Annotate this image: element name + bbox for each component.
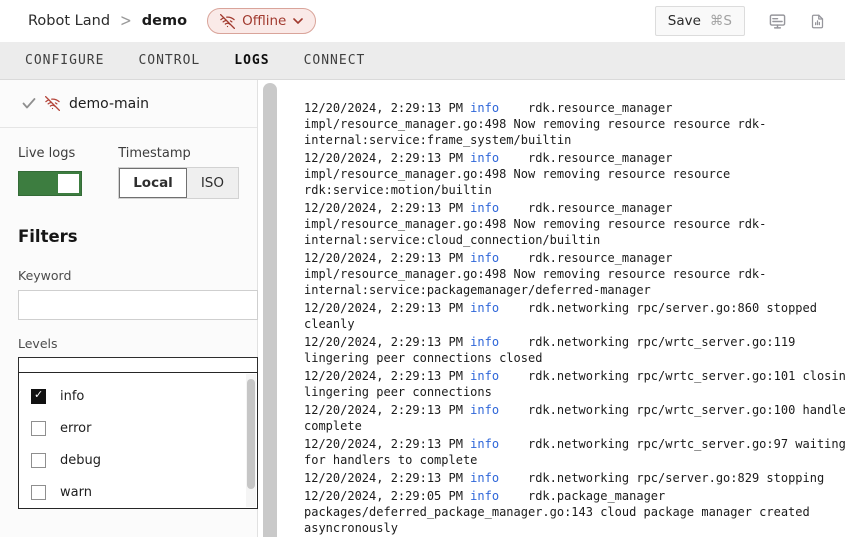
dropdown-scrollbar[interactable] — [246, 374, 256, 507]
topbar: Robot Land > demo Offline Save ⌘S — [0, 0, 845, 42]
wifi-off-icon — [220, 14, 235, 29]
checkbox-icon[interactable] — [31, 453, 46, 468]
check-icon — [22, 98, 36, 109]
log-message: rdk.networking rpc/server.go:829 stoppin… — [499, 471, 824, 485]
save-shortcut: ⌘S — [710, 13, 732, 29]
checkbox-icon[interactable] — [31, 485, 46, 500]
chevron-right-icon: > — [120, 11, 132, 30]
log-controls: Live logs Timestamp LocalISO — [18, 146, 239, 199]
tab-logs[interactable]: LOGS — [234, 53, 269, 68]
toggle-knob — [58, 174, 79, 193]
log-entry: 12/20/2024, 2:29:13 PM info rdk.resource… — [304, 200, 845, 248]
log-timestamp: 12/20/2024, 2:29:13 PM — [304, 301, 470, 315]
timestamp-segmented: LocalISO — [118, 167, 239, 199]
log-timestamp: 12/20/2024, 2:29:13 PM — [304, 335, 470, 349]
level-option-label: error — [60, 421, 91, 436]
log-level: info — [470, 101, 499, 115]
log-level: info — [470, 251, 499, 265]
breadcrumb-org[interactable]: Robot Land — [28, 13, 110, 29]
machine-part-name: demo-main — [69, 96, 149, 112]
breadcrumb: Robot Land > demo — [28, 13, 187, 29]
log-timestamp: 12/20/2024, 2:29:13 PM — [304, 437, 470, 451]
wifi-off-icon — [45, 96, 60, 111]
main-scrollbar-thumb[interactable] — [263, 83, 277, 537]
machine-part-row[interactable]: demo-main — [0, 80, 257, 128]
level-option-info[interactable]: info — [19, 380, 257, 412]
log-list: 12/20/2024, 2:29:13 PM info rdk.resource… — [282, 80, 845, 536]
level-option-label: info — [60, 389, 84, 404]
log-timestamp: 12/20/2024, 2:29:13 PM — [304, 369, 470, 383]
log-timestamp: 12/20/2024, 2:29:13 PM — [304, 101, 470, 115]
level-option-debug[interactable]: debug — [19, 444, 257, 476]
tab-bar: CONFIGURE CONTROL LOGS CONNECT — [0, 42, 845, 80]
levels-dropdown-list: info error debug warn — [19, 373, 257, 508]
report-file-icon[interactable] — [810, 13, 825, 30]
tab-connect[interactable]: CONNECT — [304, 53, 366, 68]
save-button[interactable]: Save ⌘S — [655, 6, 745, 36]
log-level: info — [470, 489, 499, 503]
log-timestamp: 12/20/2024, 2:29:05 PM — [304, 489, 470, 503]
log-level: info — [470, 403, 499, 417]
log-timestamp: 12/20/2024, 2:29:13 PM — [304, 251, 470, 265]
log-level: info — [470, 369, 499, 383]
levels-label: Levels — [18, 336, 239, 351]
log-entry: 12/20/2024, 2:29:13 PM info rdk.networki… — [304, 334, 845, 366]
checkbox-icon[interactable] — [31, 421, 46, 436]
sidebar: demo-main Live logs Timestamp LocalISO F… — [0, 80, 258, 537]
timestamp-label: Timestamp — [118, 146, 239, 161]
topbar-actions: Save ⌘S — [655, 6, 845, 36]
filters-title: Filters — [18, 227, 239, 246]
status-badge[interactable]: Offline — [207, 8, 316, 34]
keyword-input[interactable] — [18, 290, 258, 320]
level-option-label: debug — [60, 453, 101, 468]
log-entry: 12/20/2024, 2:29:13 PM info rdk.networki… — [304, 300, 845, 332]
level-option-warn[interactable]: warn — [19, 476, 257, 508]
log-level: info — [470, 151, 499, 165]
log-entry: 12/20/2024, 2:29:13 PM info rdk.networki… — [304, 368, 845, 400]
chevron-down-icon — [293, 18, 303, 24]
monitor-icon[interactable] — [769, 13, 786, 30]
log-timestamp: 12/20/2024, 2:29:13 PM — [304, 403, 470, 417]
dropdown-scrollbar-thumb[interactable] — [247, 379, 255, 489]
timestamp-option-iso[interactable]: ISO — [187, 168, 238, 198]
main-scrollbar[interactable] — [259, 80, 282, 537]
log-level: info — [470, 471, 499, 485]
levels-dropdown: info error debug warn — [18, 372, 258, 509]
checkbox-checked-icon[interactable] — [31, 389, 46, 404]
status-badge-label: Offline — [242, 13, 286, 29]
log-level: info — [470, 437, 499, 451]
log-entry: 12/20/2024, 2:29:13 PM info rdk.networki… — [304, 470, 845, 486]
log-timestamp: 12/20/2024, 2:29:13 PM — [304, 201, 470, 215]
log-panel: 12/20/2024, 2:29:13 PM info rdk.resource… — [282, 80, 845, 537]
log-level: info — [470, 335, 499, 349]
save-button-label: Save — [668, 13, 701, 29]
timestamp-option-local[interactable]: Local — [119, 168, 187, 198]
tab-control[interactable]: CONTROL — [138, 53, 200, 68]
log-entry: 12/20/2024, 2:29:13 PM info rdk.resource… — [304, 100, 845, 148]
log-level: info — [470, 201, 499, 215]
log-entry: 12/20/2024, 2:29:13 PM info rdk.resource… — [304, 250, 845, 298]
keyword-label: Keyword — [18, 268, 239, 283]
log-level: info — [470, 301, 499, 315]
log-entry: 12/20/2024, 2:29:13 PM info rdk.networki… — [304, 436, 845, 468]
log-entry: 12/20/2024, 2:29:13 PM info rdk.resource… — [304, 150, 845, 198]
level-option-error[interactable]: error — [19, 412, 257, 444]
log-timestamp: 12/20/2024, 2:29:13 PM — [304, 151, 470, 165]
level-option-label: warn — [60, 485, 92, 500]
log-entry: 12/20/2024, 2:29:13 PM info rdk.networki… — [304, 402, 845, 434]
live-logs-toggle[interactable] — [18, 171, 82, 196]
live-logs-label: Live logs — [18, 146, 118, 161]
breadcrumb-machine: demo — [142, 13, 187, 29]
tab-configure[interactable]: CONFIGURE — [25, 53, 104, 68]
log-timestamp: 12/20/2024, 2:29:13 PM — [304, 471, 470, 485]
app-root: Robot Land > demo Offline Save ⌘S — [0, 0, 845, 537]
log-entry: 12/20/2024, 2:29:05 PM info rdk.package_… — [304, 488, 845, 536]
